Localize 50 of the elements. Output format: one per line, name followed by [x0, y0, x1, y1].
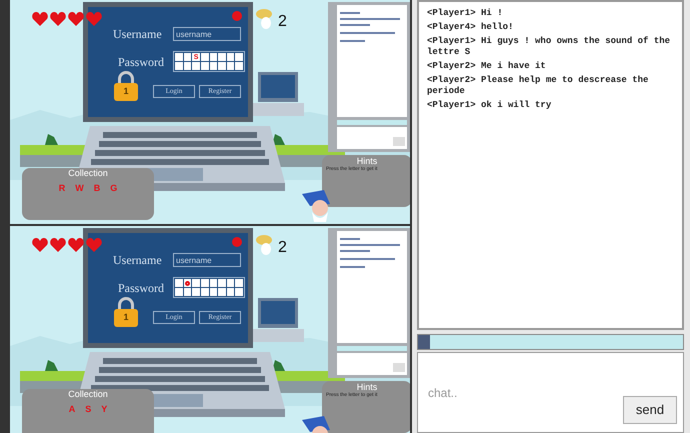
chat-message: <Player1> Hi guys ! who owns the sound of the lettre S	[427, 36, 672, 58]
chat-message: <Player1> ok i will try	[427, 100, 552, 111]
small-laptop-drawing	[252, 72, 304, 116]
password-slot[interactable]	[210, 53, 218, 61]
password-slot[interactable]	[184, 53, 192, 61]
username-label: Username	[113, 26, 162, 43]
password-slot[interactable]	[184, 279, 192, 287]
chat-input-field[interactable]: chat..	[428, 383, 608, 403]
chat-message: <Player2> Me i have it	[427, 61, 547, 72]
collected-letter: B	[94, 182, 100, 195]
lock-number: 1	[123, 85, 128, 98]
password-label: Password	[118, 54, 164, 71]
collected-letter: Y	[101, 403, 108, 416]
small-laptop-drawing	[252, 298, 304, 342]
collection-title: Collection	[68, 168, 108, 179]
password-slot[interactable]	[200, 53, 208, 61]
collected-letter: W	[75, 182, 84, 195]
hints-title: Hints	[356, 156, 378, 166]
password-slot[interactable]	[226, 288, 234, 296]
username-field[interactable]: username	[173, 253, 241, 267]
chat-message: <Player4> hello!	[427, 22, 514, 33]
collected-letter: S	[85, 403, 92, 416]
chat-message: <Player1> Hi !	[427, 8, 504, 19]
password-label: Password	[118, 280, 164, 297]
collected-letter: A	[68, 403, 76, 416]
password-slot[interactable]	[210, 288, 218, 296]
password-slot[interactable]	[200, 62, 208, 70]
password-slot[interactable]	[184, 288, 192, 296]
password-slot[interactable]	[210, 62, 218, 70]
coin-count: 2	[278, 12, 287, 32]
collection-title: Collection	[68, 389, 108, 400]
username-label: Username	[113, 252, 162, 269]
password-slot[interactable]	[200, 288, 208, 296]
collected-letter: R	[58, 182, 66, 195]
username-field[interactable]: username	[173, 27, 241, 41]
send-button[interactable]: send	[623, 396, 677, 424]
scroll-bar[interactable]	[417, 334, 684, 350]
coin-count: 2	[278, 238, 287, 258]
lock-number: 1	[123, 311, 128, 324]
coin-icon	[255, 234, 273, 256]
password-slot[interactable]	[226, 53, 234, 61]
password-slot[interactable]	[184, 62, 192, 70]
password-slot[interactable]	[226, 279, 234, 287]
password-slot[interactable]	[200, 279, 208, 287]
password-slot[interactable]	[226, 62, 234, 70]
coin-icon	[255, 8, 273, 30]
hints-title: Hints	[356, 382, 378, 392]
chat-message: <Player2> Please help me to descrease the periode	[427, 75, 650, 97]
collected-letter: G	[110, 182, 118, 195]
password-slot[interactable]	[210, 279, 218, 287]
